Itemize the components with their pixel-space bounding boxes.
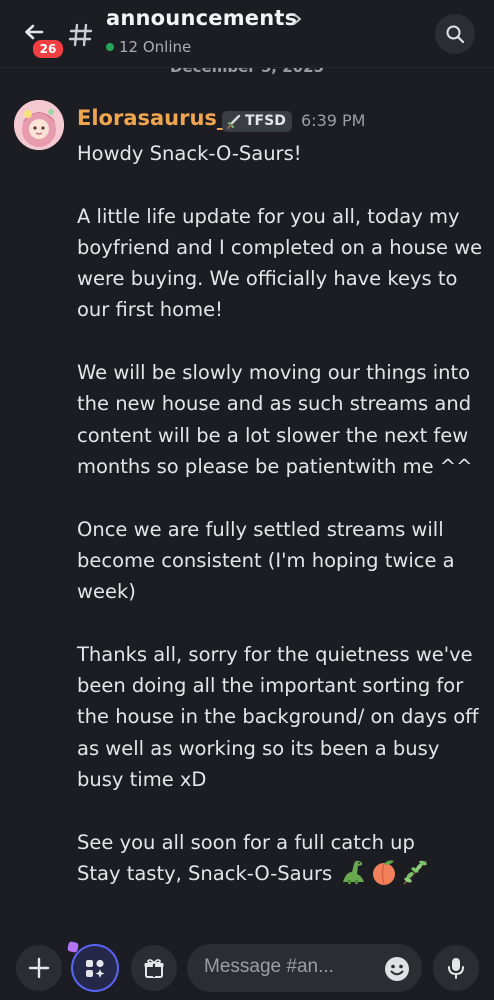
message-author[interactable]: Elorasaurus_ [77, 106, 227, 130]
message-paragraph: We will be slowly moving our things into… [77, 361, 473, 478]
dinosaur-emoji [340, 858, 368, 895]
apps-icon [86, 959, 105, 978]
avatar-image [14, 100, 64, 150]
apps-button[interactable] [71, 944, 119, 992]
emoji-icon[interactable] [384, 956, 410, 982]
herb-emoji [400, 858, 430, 895]
voice-message-button[interactable] [433, 945, 479, 991]
peach-emoji [370, 858, 398, 895]
message-paragraph-last: Stay tasty, Snack-O-Saurs [77, 858, 485, 895]
unread-badge: 26 [31, 38, 65, 60]
message-paragraph: Once we are fully settled streams will b… [77, 517, 455, 604]
channel-header: 26 announcements 12 Online [0, 0, 494, 68]
chevron-right-icon[interactable] [290, 11, 304, 27]
message-paragraph-text: Stay tasty, Snack-O-Saurs [77, 861, 333, 885]
message-paragraph: A little life update for you all, today … [77, 204, 483, 322]
channel-title[interactable]: announcements [106, 6, 297, 30]
server-tag-label: TFSD [245, 113, 286, 129]
composer-bar: Message #an... [0, 935, 494, 1000]
microphone-icon [448, 958, 464, 979]
message-input-placeholder: Message #an... [204, 956, 334, 977]
sword-icon [227, 114, 241, 129]
message-timestamp: 6:39 PM [301, 111, 366, 130]
message-paragraph: Thanks all, sorry for the quietness we'v… [77, 642, 479, 791]
online-status: 12 Online [106, 38, 191, 56]
plus-icon [28, 957, 50, 979]
online-count: 12 Online [119, 38, 192, 56]
message-paragraph: Howdy Snack-O-Saurs! [77, 142, 302, 165]
server-tag[interactable]: TFSD [222, 111, 292, 132]
gift-icon [144, 959, 164, 978]
message-content: Howdy Snack-O-Saurs! A little life updat… [77, 138, 485, 895]
add-button[interactable] [16, 945, 62, 991]
hash-icon [68, 23, 93, 47]
gift-button[interactable] [131, 945, 177, 991]
message-input[interactable]: Message #an... [187, 944, 422, 992]
search-icon [446, 25, 465, 44]
online-dot [106, 43, 114, 51]
search-button[interactable] [435, 14, 475, 54]
message-paragraph: See you all soon for a full catch up [77, 830, 415, 854]
avatar[interactable] [14, 100, 64, 150]
